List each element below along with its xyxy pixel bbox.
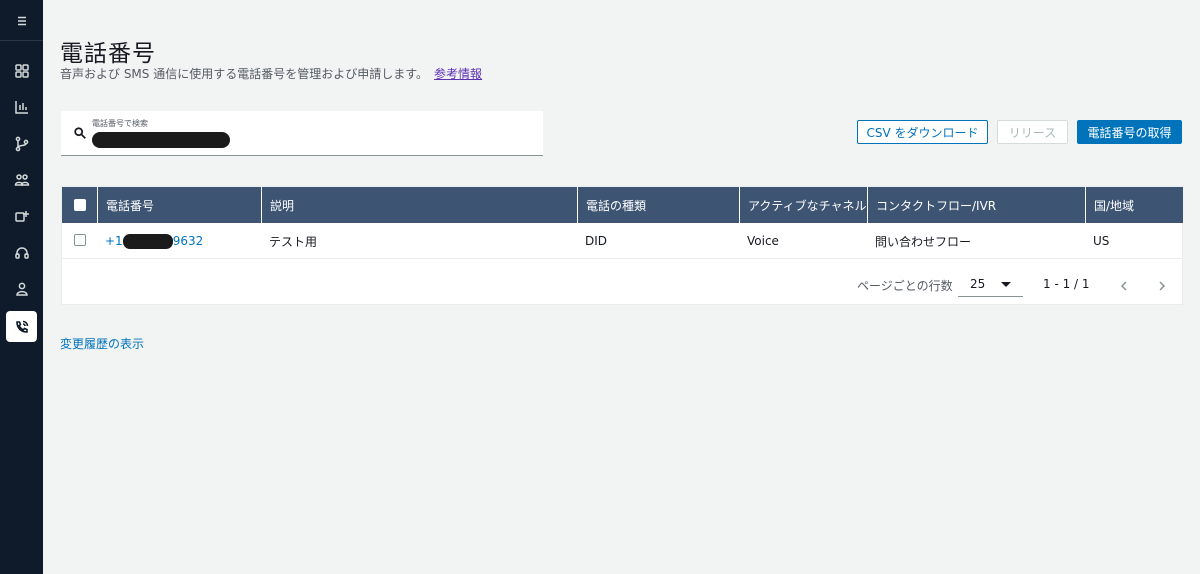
column-channel[interactable]: アクティブなチャネル	[739, 187, 868, 223]
search-icon	[74, 127, 86, 139]
rows-per-page-select[interactable]: 25	[958, 271, 1023, 297]
headset-icon[interactable]	[6, 237, 37, 268]
column-contact-flow[interactable]: コンタクトフロー/IVR	[867, 187, 1086, 223]
next-page-button[interactable]	[1156, 277, 1172, 293]
phone-numbers-table: 電話番号 説明 電話の種類 アクティブなチャネル コンタクトフロー/IVR 国/…	[61, 186, 1183, 305]
rows-per-page-label: ページごとの行数	[857, 279, 953, 293]
phone-number-link[interactable]: +1 9632	[105, 233, 204, 249]
phone-redacted	[122, 233, 173, 249]
users-icon[interactable]	[6, 164, 37, 195]
phone-suffix: 9632	[172, 234, 204, 248]
claim-number-button[interactable]: 電話番号の取得	[1077, 120, 1182, 144]
release-button[interactable]: リリース	[997, 120, 1068, 144]
chevron-left-icon	[1120, 281, 1127, 291]
change-history-link[interactable]: 変更履歴の表示	[60, 335, 144, 352]
page-title: 電話番号	[60, 41, 156, 67]
search-label: 電話番号で検索	[92, 119, 148, 128]
column-phone-number[interactable]: 電話番号	[97, 187, 262, 223]
menu-icon[interactable]	[6, 5, 37, 36]
column-country[interactable]: 国/地域	[1085, 187, 1183, 223]
chevron-down-icon	[1001, 282, 1011, 287]
routing-icon[interactable]	[6, 128, 37, 159]
cell-country: US	[1093, 234, 1110, 248]
download-csv-button[interactable]: CSV をダウンロード	[857, 120, 988, 144]
column-description[interactable]: 説明	[261, 187, 578, 223]
search-input[interactable]: 電話番号で検索	[61, 111, 543, 156]
column-type[interactable]: 電話の種類	[577, 187, 740, 223]
analytics-icon[interactable]	[6, 91, 37, 122]
cell-contact-flow: 問い合わせフロー	[875, 234, 972, 249]
cell-description: テスト用	[269, 234, 318, 249]
phone-number-icon[interactable]	[6, 311, 37, 342]
row-checkbox[interactable]	[74, 234, 86, 246]
user-icon[interactable]	[6, 273, 37, 304]
pagination-range: 1 - 1 / 1	[1043, 277, 1090, 291]
cell-channel: Voice	[747, 234, 779, 248]
table-header: 電話番号 説明 電話の種類 アクティブなチャネル コンタクトフロー/IVR 国/…	[62, 187, 1183, 223]
page-description-text: 音声および SMS 通信に使用する電話番号を管理および申請します。	[60, 67, 429, 81]
channels-icon[interactable]	[6, 200, 37, 231]
sidebar-divider	[0, 40, 43, 41]
search-value-redacted	[92, 132, 230, 148]
sidebar	[0, 0, 43, 574]
rows-per-page-value: 25	[970, 276, 986, 291]
page-description: 音声および SMS 通信に使用する電話番号を管理および申請します。 参考情報	[60, 65, 482, 82]
chevron-right-icon	[1159, 281, 1166, 291]
cell-phone-number: +1 9632	[97, 223, 203, 259]
cell-type: DID	[585, 234, 608, 248]
table-row: +1 9632 テスト用 DID Voice 問い合わせフロー US	[62, 223, 1183, 259]
previous-page-button[interactable]	[1118, 277, 1134, 293]
select-all-checkbox[interactable]	[74, 199, 86, 211]
dashboard-icon[interactable]	[6, 55, 37, 86]
info-link[interactable]: 参考情報	[434, 67, 482, 81]
phone-prefix: +1	[105, 234, 123, 248]
